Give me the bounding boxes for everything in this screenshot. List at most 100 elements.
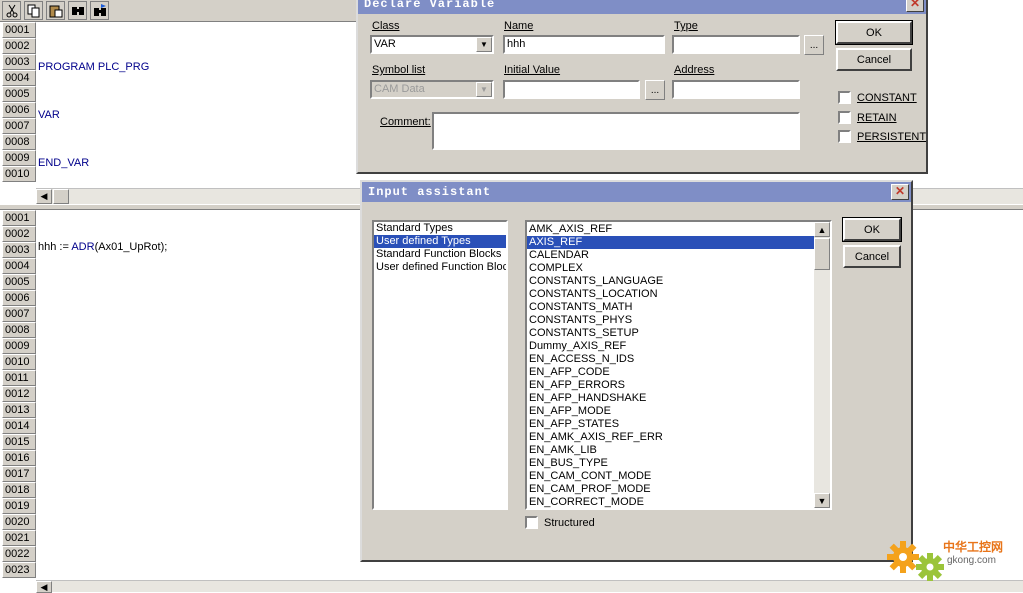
type-browse-button[interactable]: ... xyxy=(804,35,824,55)
comment-field[interactable] xyxy=(432,112,800,150)
list-item[interactable]: AXIS_REF xyxy=(527,236,814,249)
list-item[interactable]: CONSTANTS_SETUP xyxy=(527,327,814,340)
scroll-up-arrow-icon[interactable]: ▲ xyxy=(814,222,830,237)
chevron-down-icon: ▼ xyxy=(476,82,492,97)
list-item[interactable]: User defined Types xyxy=(374,235,506,248)
line-number: 0013 xyxy=(2,402,36,418)
persistent-checkbox[interactable]: PERSISTENT xyxy=(838,130,926,143)
list-item[interactable]: CALENDAR xyxy=(527,249,814,262)
type-field[interactable] xyxy=(672,35,800,54)
class-combobox[interactable]: VAR ▼ xyxy=(370,35,494,54)
code-line: VAR xyxy=(38,109,60,121)
paste-button[interactable] xyxy=(46,1,65,20)
ok-button[interactable]: OK xyxy=(835,20,913,45)
line-number: 0001 xyxy=(2,22,36,38)
initial-value-field[interactable] xyxy=(503,80,640,99)
list-item[interactable]: EN_AFP_ERRORS xyxy=(527,379,814,392)
line-number: 0002 xyxy=(2,38,36,54)
list-item[interactable]: CONSTANTS_LOCATION xyxy=(527,288,814,301)
list-item[interactable]: EN_CAM_CONT_MODE xyxy=(527,470,814,483)
declare-dialog-titlebar[interactable]: Declare Variable ✕ xyxy=(358,0,926,14)
line-number: 0006 xyxy=(2,290,36,306)
line-number: 0020 xyxy=(2,514,36,530)
list-item[interactable]: Dummy_AXIS_REF xyxy=(527,340,814,353)
cut-button[interactable] xyxy=(2,1,21,20)
list-item[interactable]: EN_AFP_MODE xyxy=(527,405,814,418)
list-item[interactable]: EN_AFP_CODE xyxy=(527,366,814,379)
scroll-thumb[interactable] xyxy=(814,238,830,270)
retain-checkbox[interactable]: RETAIN xyxy=(838,111,897,124)
list-item[interactable]: EN_AMK_LIB xyxy=(527,444,814,457)
address-label: Address xyxy=(674,64,715,76)
list-item[interactable]: Standard Function Blocks xyxy=(374,248,506,261)
line-number: 0005 xyxy=(2,86,36,102)
chevron-down-icon[interactable]: ▼ xyxy=(476,37,492,52)
checkbox-box[interactable] xyxy=(838,111,851,124)
code-line: END_VAR xyxy=(38,157,90,169)
line-number: 0008 xyxy=(2,134,36,150)
line-number: 0005 xyxy=(2,274,36,290)
find-icon xyxy=(71,6,84,15)
structured-checkbox[interactable]: Structured xyxy=(525,516,595,529)
line-number: 0021 xyxy=(2,530,36,546)
copy-button[interactable] xyxy=(24,1,43,20)
category-listbox[interactable]: Standard Types User defined Types Standard… xyxy=(372,220,508,510)
line-number: 0010 xyxy=(2,354,36,370)
scroll-down-arrow-icon[interactable]: ▼ xyxy=(814,493,830,508)
symbol-list-combobox: CAM Data ▼ xyxy=(370,80,494,99)
line-number: 0003 xyxy=(2,242,36,258)
find-next-icon xyxy=(93,3,106,16)
list-item[interactable]: CONSTANTS_MATH xyxy=(527,301,814,314)
line-number: 0019 xyxy=(2,498,36,514)
list-item[interactable]: User defined Function Bloc xyxy=(374,261,506,274)
line-number: 0001 xyxy=(2,210,36,226)
checkbox-box[interactable] xyxy=(838,91,851,104)
cancel-button[interactable]: Cancel xyxy=(843,245,901,268)
list-item[interactable]: Standard Types xyxy=(374,222,506,235)
list-item[interactable]: EN_CAM_PROF_MODE xyxy=(527,483,814,496)
cancel-button[interactable]: Cancel xyxy=(836,48,912,71)
constant-checkbox[interactable]: CONSTANT xyxy=(838,91,917,104)
list-item[interactable]: EN_AFP_HANDSHAKE xyxy=(527,392,814,405)
find-next-button[interactable] xyxy=(90,1,109,20)
scroll-thumb[interactable] xyxy=(53,189,69,204)
list-item[interactable]: CONSTANTS_LANGUAGE xyxy=(527,275,814,288)
body-code-line[interactable]: hhh := ADR(Ax01_UpRot); xyxy=(38,239,167,255)
find-button[interactable] xyxy=(68,1,87,20)
paste-icon xyxy=(49,5,62,17)
comment-label: Comment: xyxy=(380,116,431,128)
list-item[interactable]: EN_AFP_STATES xyxy=(527,418,814,431)
checkbox-box[interactable] xyxy=(838,130,851,143)
line-number: 0009 xyxy=(2,150,36,166)
list-item[interactable]: AMK_AXIS_REF xyxy=(527,223,814,236)
line-number: 0004 xyxy=(2,70,36,86)
declaration-code[interactable]: PROGRAM PLC_PRG VAR END_VAR xyxy=(38,27,149,203)
ok-button[interactable]: OK xyxy=(842,217,902,242)
close-icon[interactable]: ✕ xyxy=(906,0,924,12)
name-field[interactable]: hhh xyxy=(503,35,665,54)
body-hscrollbar[interactable]: ◀ xyxy=(36,580,1023,593)
line-number: 0006 xyxy=(2,102,36,118)
list-item[interactable]: EN_CORRECT_MODE xyxy=(527,496,814,508)
line-number: 0018 xyxy=(2,482,36,498)
checkbox-box[interactable] xyxy=(525,516,538,529)
address-field[interactable] xyxy=(672,80,800,99)
line-number: 0008 xyxy=(2,322,36,338)
list-item[interactable]: COMPLEX xyxy=(527,262,814,275)
list-item[interactable]: EN_BUS_TYPE xyxy=(527,457,814,470)
type-list-vscrollbar[interactable]: ▲ ▼ xyxy=(814,222,830,508)
cut-icon xyxy=(6,4,17,17)
initial-value-browse-button[interactable]: ... xyxy=(645,80,665,100)
scroll-left-arrow-icon[interactable]: ◀ xyxy=(36,581,52,593)
close-icon[interactable]: ✕ xyxy=(891,184,909,200)
line-number: 0012 xyxy=(2,386,36,402)
input-assistant-titlebar[interactable]: Input assistant ✕ xyxy=(362,182,911,202)
list-item[interactable]: CONSTANTS_PHYS xyxy=(527,314,814,327)
watermark-logo: 中华工控网 gkong.com xyxy=(885,535,1020,585)
scroll-left-arrow-icon[interactable]: ◀ xyxy=(36,189,52,204)
symbol-list-label: Symbol list xyxy=(372,64,426,76)
class-label: Class xyxy=(372,20,400,32)
list-item[interactable]: EN_ACCESS_N_IDS xyxy=(527,353,814,366)
list-item[interactable]: EN_AMK_AXIS_REF_ERR xyxy=(527,431,814,444)
type-listbox[interactable]: AMK_AXIS_REF AXIS_REF CALENDAR COMPLEX CONST… xyxy=(525,220,832,510)
